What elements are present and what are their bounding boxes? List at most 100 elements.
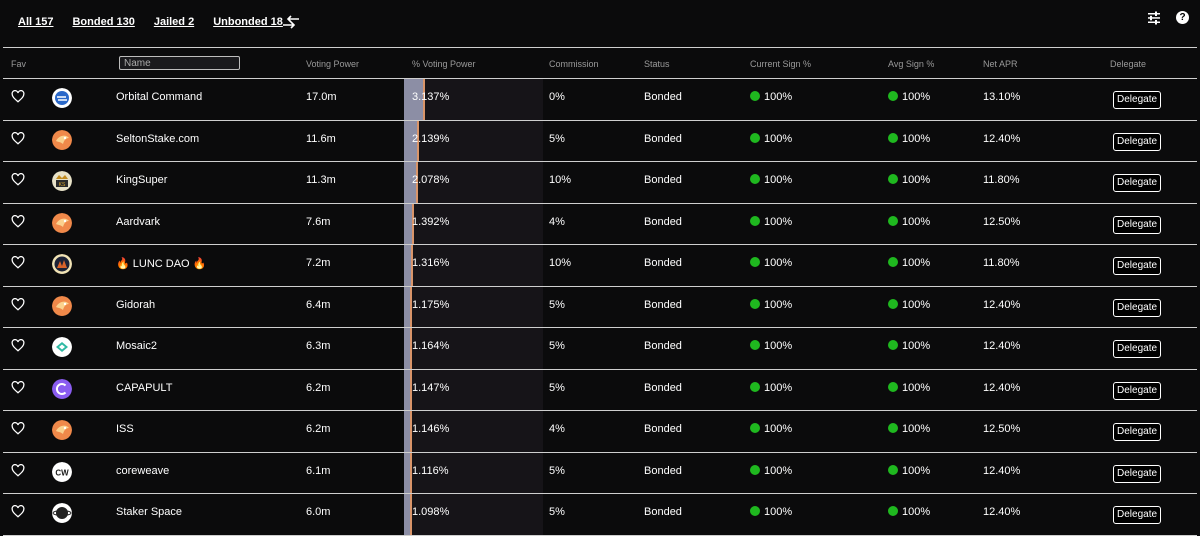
commission-value: 5%	[549, 506, 565, 518]
avg-sign-text: 100%	[902, 340, 931, 352]
commission-value: 0%	[549, 91, 565, 103]
favorite-heart-icon[interactable]	[11, 297, 25, 311]
current-sign-value: 100%	[750, 298, 792, 311]
delegate-button[interactable]: Delegate	[1113, 381, 1162, 400]
avg-sign-value: 100%	[888, 423, 930, 435]
voting-power-bar	[404, 452, 412, 493]
current-sign-text: 100%	[764, 464, 793, 477]
delegate-button[interactable]: Delegate	[1113, 298, 1162, 317]
commission-value: 5%	[549, 381, 565, 394]
header-fav: Fav	[11, 59, 27, 69]
favorite-heart-icon[interactable]	[11, 172, 25, 186]
delegate-button[interactable]: Delegate	[1113, 91, 1162, 109]
header-avg-sign[interactable]: Avg Sign %	[888, 59, 934, 69]
avg-sign-text: 100%	[902, 257, 931, 269]
status-dot-icon	[888, 132, 898, 143]
commission-value: 5%	[549, 298, 565, 311]
validator-name[interactable]: coreweave	[116, 465, 169, 477]
voting-power-percent: 1.147%	[412, 381, 450, 394]
filter-unbonded[interactable]: Unbonded 18	[213, 16, 283, 28]
voting-power-percent: 1.098%	[412, 506, 450, 518]
header-pct-voting-power[interactable]: % Voting Power	[412, 59, 476, 69]
validator-name[interactable]: Aardvark	[116, 216, 160, 228]
table-row: Aardvark 7.6m 1.392% 4% Bonded 100% 100%…	[3, 203, 1197, 245]
avg-sign-text: 100%	[902, 423, 931, 435]
swap-arrows-icon[interactable]	[281, 13, 301, 31]
validator-name[interactable]: KingSuper	[116, 174, 167, 186]
help-icon[interactable]: ?	[1176, 11, 1189, 24]
current-sign-text: 100%	[764, 423, 793, 435]
commission-value: 4%	[549, 423, 565, 435]
voting-power-value: 7.6m	[306, 215, 331, 228]
delegate-button[interactable]: Delegate	[1113, 174, 1162, 192]
orange-bird-logo	[52, 212, 72, 233]
net-apr-value: 12.40%	[983, 464, 1021, 477]
favorite-heart-icon[interactable]	[11, 255, 25, 269]
header-status[interactable]: Status	[644, 59, 670, 69]
status-dot-icon	[888, 298, 898, 309]
validator-name[interactable]: 🔥 LUNC DAO 🔥	[116, 257, 206, 270]
status-dot-icon	[888, 257, 898, 267]
validator-name[interactable]: Mosaic2	[116, 340, 157, 352]
status-value: Bonded	[644, 174, 682, 186]
validator-name[interactable]: Staker Space	[116, 506, 182, 518]
orbital-command-logo	[52, 88, 72, 108]
validator-name[interactable]: Orbital Command	[116, 91, 202, 103]
status-value: Bonded	[644, 381, 682, 394]
current-sign-text: 100%	[764, 174, 793, 186]
validator-name[interactable]: ISS	[116, 423, 134, 435]
favorite-heart-icon[interactable]	[11, 131, 25, 145]
net-apr-value: 12.40%	[983, 132, 1021, 145]
name-filter-input[interactable]	[119, 56, 240, 70]
net-apr-value: 12.40%	[983, 381, 1021, 394]
current-sign-text: 100%	[764, 506, 793, 518]
header-voting-power[interactable]: Voting Power	[306, 59, 359, 69]
favorite-heart-icon[interactable]	[11, 380, 25, 394]
favorite-heart-icon[interactable]	[11, 421, 25, 435]
delegate-button[interactable]: Delegate	[1113, 257, 1162, 275]
staker-space-logo	[52, 503, 72, 523]
avg-sign-value: 100%	[888, 381, 930, 394]
filter-bonded[interactable]: Bonded 130	[72, 16, 134, 28]
delegate-button[interactable]: Delegate	[1113, 132, 1162, 151]
favorite-heart-icon[interactable]	[11, 504, 25, 518]
header-net-apr[interactable]: Net APR	[983, 59, 1018, 69]
commission-value: 4%	[549, 215, 565, 228]
favorite-heart-icon[interactable]	[11, 214, 25, 228]
current-sign-value: 100%	[750, 215, 792, 228]
header-current-sign[interactable]: Current Sign %	[750, 59, 811, 69]
delegate-button[interactable]: Delegate	[1113, 423, 1162, 441]
net-apr-value: 12.40%	[983, 506, 1021, 518]
favorite-heart-icon[interactable]	[11, 338, 25, 352]
coreweave-logo: CW	[52, 461, 72, 482]
delegate-button[interactable]: Delegate	[1113, 464, 1162, 483]
current-sign-value: 100%	[750, 506, 792, 518]
capapult-logo	[52, 378, 72, 399]
top-bar: All 157 Bonded 130 Jailed 2 Unbonded 18 …	[0, 0, 1200, 46]
current-sign-value: 100%	[750, 340, 792, 352]
settings-sliders-icon[interactable]	[1147, 11, 1161, 25]
validator-name[interactable]: SeltonStake.com	[116, 133, 199, 145]
avg-sign-value: 100%	[888, 132, 930, 145]
favorite-heart-icon[interactable]	[11, 463, 25, 477]
table-header: Fav Voting Power % Voting Power Commissi…	[3, 48, 1197, 79]
favorite-heart-icon[interactable]	[11, 89, 25, 103]
filter-jailed[interactable]: Jailed 2	[154, 16, 194, 28]
filter-all[interactable]: All 157	[18, 16, 53, 28]
voting-power-bar	[404, 328, 412, 369]
validator-name[interactable]: Gidorah	[116, 299, 155, 311]
avg-sign-value: 100%	[888, 174, 930, 186]
status-dot-icon	[888, 215, 898, 226]
header-commission[interactable]: Commission	[549, 59, 599, 69]
avg-sign-text: 100%	[902, 215, 931, 228]
status-value: Bonded	[644, 257, 682, 269]
delegate-button[interactable]: Delegate	[1113, 215, 1162, 234]
table-row: Staker Space 6.0m 1.098% 5% Bonded 100% …	[3, 494, 1197, 536]
delegate-button[interactable]: Delegate	[1113, 506, 1162, 524]
svg-text:CW: CW	[55, 468, 69, 477]
table-row: SeltonStake.com 11.6m 2.139% 5% Bonded 1…	[3, 120, 1197, 162]
table-row: Mosaic2 6.3m 1.164% 5% Bonded 100% 100% …	[3, 328, 1197, 370]
delegate-button[interactable]: Delegate	[1113, 340, 1162, 358]
svg-text:KS: KS	[59, 182, 66, 188]
validator-name[interactable]: CAPAPULT	[116, 382, 172, 394]
